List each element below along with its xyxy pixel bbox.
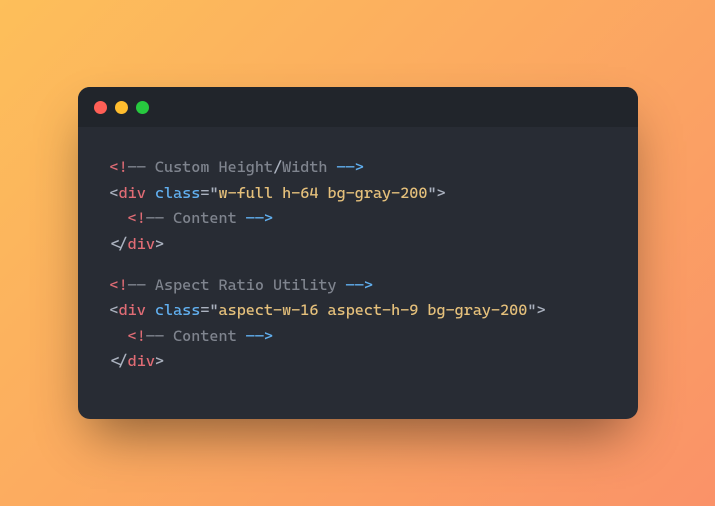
comment-close: ——> <box>346 276 373 294</box>
minimize-icon[interactable] <box>115 101 128 114</box>
code-line-2: <div class="w-full h-64 bg-gray-200"> <box>110 184 446 202</box>
code-line-7: <div class="aspect-w-16 aspect-h-9 bg-gr… <box>110 301 546 319</box>
maximize-icon[interactable] <box>136 101 149 114</box>
tag-name: div <box>119 184 146 202</box>
angle-open: </ <box>110 352 128 370</box>
code-line-1: <!—— Custom Height/Width ——> <box>110 158 364 176</box>
quote: " <box>209 301 218 319</box>
tag-name: div <box>119 301 146 319</box>
comment-open: <! <box>110 158 128 176</box>
code-line-6: <!—— Aspect Ratio Utility ——> <box>110 276 373 294</box>
space <box>146 184 155 202</box>
slash: / <box>273 158 282 176</box>
comment-text: Content <box>164 327 246 345</box>
angle-close: > <box>155 352 164 370</box>
comment-close: ——> <box>246 209 273 227</box>
code-line-3: <!—— Content ——> <box>110 209 274 227</box>
code-line-8: <!—— Content ——> <box>110 327 274 345</box>
attr-value: aspect-w-16 aspect-h-9 bg-gray-200 <box>219 301 528 319</box>
space <box>146 301 155 319</box>
window-titlebar <box>78 87 638 127</box>
quote: " <box>209 184 218 202</box>
comment-text2: Width <box>282 158 337 176</box>
comment-open: <! <box>128 327 146 345</box>
angle-open: < <box>110 184 119 202</box>
tag-name: div <box>128 235 155 253</box>
quote: " <box>427 184 436 202</box>
close-icon[interactable] <box>94 101 107 114</box>
comment-close: ——> <box>246 327 273 345</box>
attr-value: w-full h-64 bg-gray-200 <box>219 184 428 202</box>
angle-close: > <box>536 301 545 319</box>
code-block: <!—— Custom Height/Width ——> <div class=… <box>78 127 638 419</box>
comment-open: <! <box>110 276 128 294</box>
comment-close: ——> <box>337 158 364 176</box>
angle-open: </ <box>110 235 128 253</box>
comment-open: <! <box>128 209 146 227</box>
comment-text: Custom Height <box>146 158 273 176</box>
comment-dash: —— <box>146 327 164 345</box>
comment-text: Content <box>164 209 246 227</box>
code-line-9: </div> <box>110 352 165 370</box>
attr-name: class <box>155 301 200 319</box>
tag-name: div <box>128 352 155 370</box>
angle-open: < <box>110 301 119 319</box>
comment-text: Aspect Ratio Utility <box>146 276 346 294</box>
indent <box>110 209 128 227</box>
angle-close: > <box>437 184 446 202</box>
attr-name: class <box>155 184 200 202</box>
angle-close: > <box>155 235 164 253</box>
comment-dash: —— <box>128 276 146 294</box>
indent <box>110 327 128 345</box>
code-window: <!—— Custom Height/Width ——> <div class=… <box>78 87 638 419</box>
code-line-4: </div> <box>110 235 165 253</box>
comment-dash: —— <box>128 158 146 176</box>
comment-dash: —— <box>146 209 164 227</box>
blank-line <box>110 257 606 273</box>
